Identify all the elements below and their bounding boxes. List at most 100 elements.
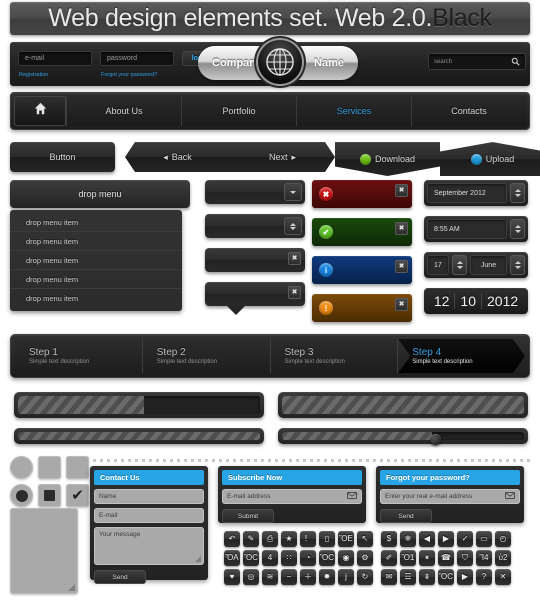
step-4[interactable]: Step 4 Simple text description: [398, 339, 525, 373]
icon-button[interactable]: ✎: [243, 531, 259, 547]
time-value[interactable]: 8:55 AM: [427, 219, 507, 239]
day-value[interactable]: 17: [427, 255, 449, 275]
drop-menu-item[interactable]: drop menu item: [10, 232, 182, 251]
contact-email-input[interactable]: E-mail: [94, 508, 204, 523]
icon-button[interactable]: ✓: [457, 531, 473, 547]
step-1[interactable]: Step 1 Simple text description: [15, 339, 143, 373]
month-year-picker[interactable]: September 2012: [424, 180, 528, 206]
nav-item-about-us[interactable]: About Us: [66, 96, 181, 126]
icon-button[interactable]: ὑ2: [495, 550, 511, 566]
subscribe-email-input[interactable]: E-mail address: [222, 489, 362, 504]
contact-send-button[interactable]: Send: [94, 570, 146, 584]
icon-button[interactable]: Ὂ1: [400, 550, 416, 566]
icon-button[interactable]: ▶: [457, 569, 473, 585]
step-3[interactable]: Step 3 Simple text description: [271, 339, 399, 373]
select-field[interactable]: [205, 180, 305, 204]
nav-home-button[interactable]: [14, 96, 66, 126]
icon-button[interactable]: ⚙: [357, 550, 373, 566]
icon-button[interactable]: ὋC: [319, 550, 335, 566]
icon-button[interactable]: ⛉: [457, 550, 473, 566]
step-2[interactable]: Step 2 Simple text description: [143, 339, 271, 373]
spinner-up-down-icon[interactable]: [284, 217, 302, 235]
icon-button[interactable]: ＋: [300, 569, 316, 585]
icon-button[interactable]: ◀: [419, 531, 435, 547]
checkbox-checked-square[interactable]: [38, 484, 61, 507]
icon-button[interactable]: ⇟: [419, 569, 435, 585]
slider-handle[interactable]: [430, 434, 441, 445]
icon-button[interactable]: ★: [281, 531, 297, 547]
icon-button[interactable]: ◔: [300, 550, 316, 566]
search-icon[interactable]: [511, 53, 520, 71]
spinner-up-down-icon[interactable]: [452, 255, 467, 275]
icon-button[interactable]: ↻: [357, 569, 373, 585]
chevron-down-icon[interactable]: [284, 183, 302, 201]
icon-button[interactable]: −: [281, 569, 297, 585]
spinner-up-down-icon[interactable]: [510, 255, 525, 275]
radio-unchecked[interactable]: [10, 456, 33, 479]
checkbox-checked[interactable]: ✔: [66, 484, 89, 507]
drop-menu-header[interactable]: drop menu: [10, 180, 190, 208]
drop-menu-item[interactable]: drop menu item: [10, 270, 182, 289]
icon-button[interactable]: ☰: [400, 569, 416, 585]
callout-field[interactable]: ✖: [205, 282, 305, 306]
icon-button[interactable]: ὋC: [243, 550, 259, 566]
password-field[interactable]: password: [100, 51, 174, 66]
icon-button[interactable]: ！: [300, 531, 316, 547]
month-year-value[interactable]: September 2012: [427, 183, 507, 203]
slider-left[interactable]: [14, 428, 264, 444]
icon-button[interactable]: ▯: [319, 531, 335, 547]
close-icon[interactable]: ✖: [288, 286, 301, 299]
button-next[interactable]: Next ▸: [230, 142, 335, 172]
search-input[interactable]: search: [428, 53, 526, 70]
icon-button[interactable]: ✕: [495, 569, 511, 585]
spinner-up-down-icon[interactable]: [510, 183, 525, 203]
forgot-email-input[interactable]: Enter your real e-mail address: [380, 489, 520, 504]
checkbox-unchecked-2[interactable]: [66, 456, 89, 479]
close-icon[interactable]: ✖: [395, 260, 408, 273]
icon-button[interactable]: ↶: [224, 531, 240, 547]
contact-message-textarea[interactable]: Your message: [94, 527, 204, 565]
icon-button[interactable]: ✹: [319, 569, 335, 585]
icon-button[interactable]: ☎: [438, 550, 454, 566]
close-icon[interactable]: ✖: [395, 298, 408, 311]
icon-button[interactable]: ♥: [224, 569, 240, 585]
close-icon[interactable]: ✖: [395, 184, 408, 197]
icon-button[interactable]: ὌA: [224, 550, 240, 566]
drop-menu-item[interactable]: drop menu item: [10, 213, 182, 232]
subscribe-submit-button[interactable]: Submit: [222, 509, 274, 523]
icon-button[interactable]: ∷: [281, 550, 297, 566]
icon-button[interactable]: ὋE: [338, 531, 354, 547]
day-month-picker[interactable]: 17 June: [424, 252, 528, 278]
registration-link[interactable]: Registration: [19, 72, 48, 78]
icon-button[interactable]: ◎: [243, 569, 259, 585]
nav-item-contacts[interactable]: Contacts: [411, 96, 526, 126]
resizable-gray-panel[interactable]: [10, 508, 78, 594]
spinner-field[interactable]: [205, 214, 305, 238]
month-value[interactable]: June: [470, 255, 507, 275]
icon-button[interactable]: ◉: [338, 550, 354, 566]
icon-button[interactable]: $: [381, 531, 397, 547]
button-back[interactable]: ◂ Back: [125, 142, 230, 172]
email-field[interactable]: e-mail: [18, 51, 92, 66]
spinner-up-down-icon[interactable]: [510, 219, 525, 239]
icon-button[interactable]: ὆4: [262, 550, 278, 566]
icon-button[interactable]: ▶: [438, 531, 454, 547]
icon-button[interactable]: ▭: [476, 531, 492, 547]
icon-button[interactable]: ✐: [381, 550, 397, 566]
button-upload[interactable]: Upload: [440, 142, 540, 176]
closable-field[interactable]: ✖: [205, 248, 305, 272]
icon-button[interactable]: ❄: [400, 531, 416, 547]
icon-button[interactable]: ◴: [495, 531, 511, 547]
icon-button[interactable]: Ἲ4: [476, 550, 492, 566]
forgot-password-link[interactable]: Forgot your password?: [101, 72, 157, 78]
icon-button[interactable]: ⏸: [419, 550, 435, 566]
checkbox-unchecked[interactable]: [38, 456, 61, 479]
button-plain[interactable]: Button: [10, 142, 115, 172]
time-picker[interactable]: 8:55 AM: [424, 216, 528, 242]
icon-button[interactable]: ὋC: [438, 569, 454, 585]
icon-button[interactable]: j: [338, 569, 354, 585]
icon-button[interactable]: ↖: [357, 531, 373, 547]
slider-right[interactable]: [278, 428, 528, 444]
contact-name-input[interactable]: Name: [94, 489, 204, 504]
icon-button[interactable]: ✉: [381, 569, 397, 585]
